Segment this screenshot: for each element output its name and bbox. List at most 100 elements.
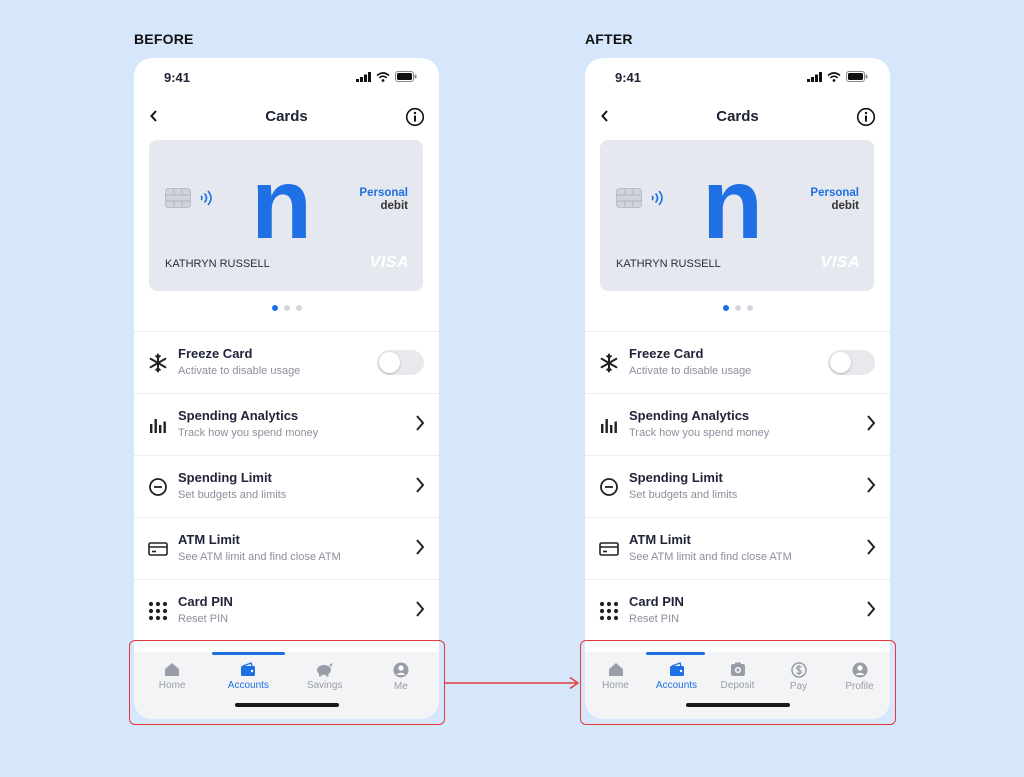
- row-title: Card PIN: [178, 594, 233, 609]
- chevron-right-icon: [867, 601, 876, 617]
- spending-limit-row[interactable]: Spending Limit Set budgets and limits: [585, 455, 890, 517]
- row-title: Spending Analytics: [178, 408, 299, 423]
- carousel-dot[interactable]: [746, 305, 753, 311]
- page-title: Cards: [716, 108, 759, 125]
- bar-chart-icon: [601, 419, 617, 433]
- arrow-right-icon: [445, 676, 580, 690]
- toggle-knob: [379, 352, 400, 373]
- status-bar: 9:41: [134, 58, 439, 98]
- card-type-line1: Personal: [810, 187, 859, 199]
- before-tabbar-highlight: [129, 640, 445, 725]
- row-title: ATM Limit: [629, 532, 691, 547]
- chevron-right-icon: [416, 539, 425, 555]
- row-title: Spending Analytics: [629, 408, 750, 423]
- card-network-logo: VISA: [820, 254, 860, 271]
- chip-icon: [165, 188, 191, 208]
- card-type-line2: debit: [380, 200, 408, 212]
- row-subtitle: Track how you spend money: [178, 427, 319, 439]
- freeze-toggle[interactable]: [828, 350, 875, 375]
- signal-icon: [807, 71, 822, 82]
- card-type-line2: debit: [831, 200, 859, 212]
- card-type: Personal debit: [810, 187, 859, 213]
- card-icon: [148, 542, 168, 556]
- chevron-right-icon: [867, 415, 876, 431]
- minus-circle-icon: [600, 478, 618, 496]
- before-phone-screen: 9:41 Cards n Personal debit KATHRYN RUSS…: [134, 58, 439, 719]
- chevron-right-icon: [867, 539, 876, 555]
- info-icon: [405, 107, 425, 127]
- row-subtitle: Reset PIN: [178, 613, 229, 625]
- status-bar: 9:41: [585, 58, 890, 98]
- bar-chart-icon: [150, 419, 166, 433]
- snowflake-icon: [149, 353, 167, 373]
- status-time: 9:41: [615, 70, 642, 85]
- row-subtitle: Set budgets and limits: [629, 489, 738, 501]
- info-button[interactable]: [856, 107, 876, 127]
- chip-icon: [616, 188, 642, 208]
- chevron-right-icon: [416, 601, 425, 617]
- before-caption: BEFORE: [134, 31, 194, 47]
- cardholder-name: KATHRYN RUSSELL: [616, 258, 721, 270]
- after-phone-screen: 9:41 Cards n Personal debit KATHRYN RUSS…: [585, 58, 890, 719]
- spending-limit-row[interactable]: Spending Limit Set budgets and limits: [134, 455, 439, 517]
- spending-analytics-row[interactable]: Spending Analytics Track how you spend m…: [585, 393, 890, 455]
- after-tabbar-highlight: [580, 640, 896, 725]
- row-subtitle: See ATM limit and find close ATM: [178, 551, 341, 563]
- row-title: Freeze Card: [629, 346, 704, 361]
- contactless-icon: [200, 190, 212, 206]
- row-subtitle: See ATM limit and find close ATM: [629, 551, 792, 563]
- row-title: Freeze Card: [178, 346, 253, 361]
- atm-limit-row[interactable]: ATM Limit See ATM limit and find close A…: [134, 517, 439, 579]
- row-subtitle: Reset PIN: [629, 613, 680, 625]
- carousel-dot[interactable]: [295, 305, 302, 311]
- row-title: Card PIN: [629, 594, 684, 609]
- row-subtitle: Set budgets and limits: [178, 489, 287, 501]
- freeze-card-row[interactable]: Freeze Card Activate to disable usage: [134, 331, 439, 393]
- after-caption: AFTER: [585, 31, 633, 47]
- debit-card[interactable]: n Personal debit KATHRYN RUSSELL VISA: [600, 140, 874, 291]
- row-title: Spending Limit: [629, 470, 723, 485]
- card-options-list: Freeze Card Activate to disable usage Sp…: [585, 331, 890, 641]
- carousel-dot[interactable]: [271, 305, 278, 311]
- minus-circle-icon: [149, 478, 167, 496]
- info-button[interactable]: [405, 107, 425, 127]
- carousel-dot[interactable]: [734, 305, 741, 311]
- card-type: Personal debit: [359, 187, 408, 213]
- card-type-line1: Personal: [359, 187, 408, 199]
- wifi-icon: [827, 71, 841, 82]
- chevron-right-icon: [867, 477, 876, 493]
- card-pin-row[interactable]: Card PIN Reset PIN: [134, 579, 439, 641]
- freeze-toggle[interactable]: [377, 350, 424, 375]
- battery-icon: [846, 71, 868, 82]
- row-title: Spending Limit: [178, 470, 272, 485]
- row-subtitle: Activate to disable usage: [629, 365, 752, 377]
- debit-card[interactable]: n Personal debit KATHRYN RUSSELL VISA: [149, 140, 423, 291]
- row-subtitle: Track how you spend money: [629, 427, 770, 439]
- info-icon: [856, 107, 876, 127]
- carousel-dots[interactable]: [134, 305, 439, 311]
- chevron-right-icon: [416, 477, 425, 493]
- card-pin-row[interactable]: Card PIN Reset PIN: [585, 579, 890, 641]
- status-time: 9:41: [164, 70, 191, 85]
- row-subtitle: Activate to disable usage: [178, 365, 301, 377]
- atm-limit-row[interactable]: ATM Limit See ATM limit and find close A…: [585, 517, 890, 579]
- spending-analytics-row[interactable]: Spending Analytics Track how you spend m…: [134, 393, 439, 455]
- chevron-right-icon: [416, 415, 425, 431]
- carousel-dot[interactable]: [283, 305, 290, 311]
- battery-icon: [395, 71, 417, 82]
- carousel-dot[interactable]: [722, 305, 729, 311]
- row-title: ATM Limit: [178, 532, 240, 547]
- card-network-logo: VISA: [369, 254, 409, 271]
- wifi-icon: [376, 71, 390, 82]
- page-title: Cards: [265, 108, 308, 125]
- cardholder-name: KATHRYN RUSSELL: [165, 258, 270, 270]
- brand-logo: n: [702, 148, 764, 260]
- screen-header: Cards: [585, 103, 890, 133]
- brand-logo: n: [251, 148, 313, 260]
- contactless-icon: [651, 190, 663, 206]
- freeze-card-row[interactable]: Freeze Card Activate to disable usage: [585, 331, 890, 393]
- signal-icon: [356, 71, 371, 82]
- screen-header: Cards: [134, 103, 439, 133]
- card-options-list: Freeze Card Activate to disable usage Sp…: [134, 331, 439, 641]
- carousel-dots[interactable]: [585, 305, 890, 311]
